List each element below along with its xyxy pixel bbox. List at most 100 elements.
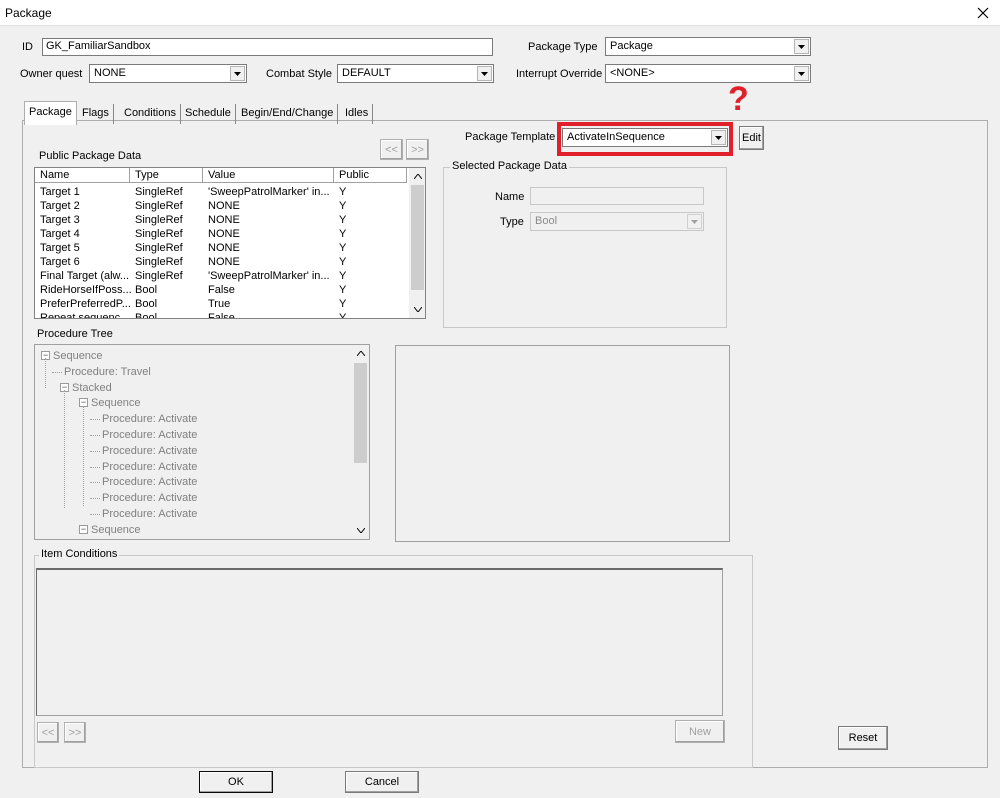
tab-conditions[interactable]: Conditions bbox=[120, 104, 181, 124]
item-conditions-list[interactable] bbox=[36, 568, 723, 716]
column-header-type[interactable]: Type bbox=[130, 168, 203, 183]
table-row[interactable]: PreferPreferredP... Bool True Y bbox=[35, 297, 409, 311]
selected-name-label: Name bbox=[495, 191, 525, 203]
combat-style-value: DEFAULT bbox=[342, 67, 391, 79]
column-header-public[interactable]: Public bbox=[334, 168, 407, 183]
scroll-up-icon[interactable] bbox=[409, 168, 425, 185]
table-row[interactable]: Target 2 SingleRef NONE Y bbox=[35, 199, 409, 213]
cell-value: NONE bbox=[208, 214, 240, 226]
table-row[interactable]: Target 6 SingleRef NONE Y bbox=[35, 255, 409, 269]
tree-connector bbox=[90, 450, 100, 452]
scroll-thumb[interactable] bbox=[354, 363, 367, 463]
table-row[interactable]: Target 5 SingleRef NONE Y bbox=[35, 241, 409, 255]
tree-connector bbox=[90, 419, 100, 421]
cell-value: NONE bbox=[208, 256, 240, 268]
tree-node-sequence[interactable]: Sequence bbox=[91, 396, 141, 410]
column-header-value[interactable]: Value bbox=[203, 168, 334, 183]
cell-public: Y bbox=[339, 200, 347, 212]
cell-name: Final Target (alw... bbox=[40, 270, 130, 282]
cancel-button[interactable]: Cancel bbox=[345, 771, 419, 793]
public-list-scrollbar[interactable] bbox=[409, 168, 425, 318]
table-row[interactable]: RideHorseIfPoss... Bool False Y bbox=[35, 283, 409, 297]
interrupt-override-label: Interrupt Override bbox=[516, 68, 603, 80]
tab-idles[interactable]: Idles bbox=[341, 104, 374, 124]
chevron-down-icon bbox=[794, 39, 809, 54]
cell-type: Bool bbox=[135, 284, 158, 296]
tree-node-procedure[interactable]: Procedure: Activate bbox=[102, 444, 197, 458]
scroll-down-icon[interactable] bbox=[352, 522, 369, 539]
tree-connector bbox=[90, 466, 100, 468]
public-prev-button[interactable]: << bbox=[380, 139, 403, 160]
id-input[interactable]: GK_FamiliarSandbox bbox=[42, 38, 493, 56]
cell-name: Target 6 bbox=[40, 256, 80, 268]
scroll-thumb[interactable] bbox=[411, 185, 424, 290]
cell-public: Y bbox=[339, 242, 347, 254]
chevron-down-icon bbox=[794, 66, 809, 81]
package-type-label: Package Type bbox=[528, 41, 598, 53]
ok-button[interactable]: OK bbox=[199, 771, 273, 793]
cell-value: False bbox=[208, 284, 235, 296]
conditions-next-button[interactable]: >> bbox=[64, 722, 86, 743]
table-row[interactable]: Target 4 SingleRef NONE Y bbox=[35, 227, 409, 241]
tree-node-sequence[interactable]: Sequence bbox=[91, 523, 141, 537]
scroll-up-icon[interactable] bbox=[352, 345, 369, 362]
collapse-box-icon[interactable]: − bbox=[79, 524, 88, 534]
scroll-down-icon[interactable] bbox=[409, 301, 425, 318]
tree-node-procedure[interactable]: Procedure: Activate bbox=[102, 507, 197, 521]
cell-public: Y bbox=[339, 228, 347, 240]
new-condition-button[interactable]: New bbox=[675, 720, 725, 743]
package-type-combo[interactable]: Package bbox=[605, 37, 811, 56]
tree-connector bbox=[90, 498, 100, 500]
cell-name: Target 5 bbox=[40, 242, 80, 254]
tab-schedule[interactable]: Schedule bbox=[181, 104, 236, 124]
chevron-down-icon bbox=[477, 66, 492, 81]
tree-node-procedure[interactable]: Procedure: Activate bbox=[102, 475, 197, 489]
tree-node-procedure[interactable]: Procedure: Activate bbox=[102, 428, 197, 442]
owner-quest-label: Owner quest bbox=[20, 68, 83, 80]
package-template-label: Package Template bbox=[465, 131, 556, 143]
public-data-list[interactable]: Name Type Value Public Target 1 SingleRef… bbox=[34, 167, 426, 319]
tab-begin-end-change[interactable]: Begin/End/Change bbox=[237, 104, 339, 124]
table-row[interactable]: Final Target (alw... SingleRef 'SweepPatro… bbox=[35, 269, 409, 283]
cell-name: Target 1 bbox=[40, 186, 80, 198]
tab-flags[interactable]: Flags bbox=[78, 104, 114, 124]
table-row[interactable]: Target 3 SingleRef NONE Y bbox=[35, 213, 409, 227]
tree-node-procedure[interactable]: Procedure: Travel bbox=[64, 365, 151, 379]
tree-node-procedure[interactable]: Procedure: Activate bbox=[102, 412, 197, 426]
combat-style-combo[interactable]: DEFAULT bbox=[337, 64, 494, 83]
conditions-prev-button[interactable]: << bbox=[37, 722, 59, 743]
public-next-button[interactable]: >> bbox=[406, 139, 429, 160]
cell-value: 'SweepPatrolMarker' in... bbox=[208, 186, 330, 198]
cell-public: Y bbox=[339, 270, 347, 282]
item-conditions-title: Item Conditions bbox=[39, 548, 120, 560]
procedure-tree[interactable]: − Sequence Procedure: Travel − Stacked − Seque… bbox=[34, 344, 370, 540]
selected-type-combo[interactable]: Bool bbox=[530, 212, 704, 231]
tree-node-procedure[interactable]: Procedure: Activate bbox=[102, 491, 197, 505]
selected-type-value: Bool bbox=[535, 215, 558, 227]
tree-node-procedure[interactable]: Procedure: Activate bbox=[102, 460, 197, 474]
tree-scrollbar[interactable] bbox=[352, 345, 369, 539]
cell-public: Y bbox=[339, 186, 347, 198]
cell-type: SingleRef bbox=[135, 186, 183, 198]
highlight-annotation bbox=[557, 122, 733, 156]
cell-type: SingleRef bbox=[135, 242, 183, 254]
table-row[interactable]: Repeat sequenc... Bool False Y bbox=[35, 311, 409, 319]
cell-name: Repeat sequenc... bbox=[40, 312, 130, 319]
owner-quest-combo[interactable]: NONE bbox=[89, 64, 247, 83]
table-row[interactable]: Target 1 SingleRef 'SweepPatrolMarker' in.… bbox=[35, 185, 409, 199]
tree-connector bbox=[83, 406, 84, 506]
id-label: ID bbox=[22, 41, 33, 53]
cell-value: NONE bbox=[208, 200, 240, 212]
tree-node-stacked[interactable]: Stacked bbox=[72, 381, 112, 395]
cell-type: Bool bbox=[135, 298, 158, 310]
close-button[interactable] bbox=[966, 0, 1000, 26]
tree-node-sequence[interactable]: Sequence bbox=[53, 349, 103, 363]
selected-name-input[interactable] bbox=[530, 187, 704, 205]
edit-template-button[interactable]: Edit bbox=[739, 126, 764, 150]
interrupt-override-combo[interactable]: <NONE> bbox=[605, 64, 811, 83]
cell-value: NONE bbox=[208, 228, 240, 240]
reset-button[interactable]: Reset bbox=[838, 726, 888, 750]
column-header-name[interactable]: Name bbox=[35, 168, 130, 183]
selected-data-title: Selected Package Data bbox=[450, 160, 569, 172]
tab-package[interactable]: Package bbox=[24, 101, 77, 125]
